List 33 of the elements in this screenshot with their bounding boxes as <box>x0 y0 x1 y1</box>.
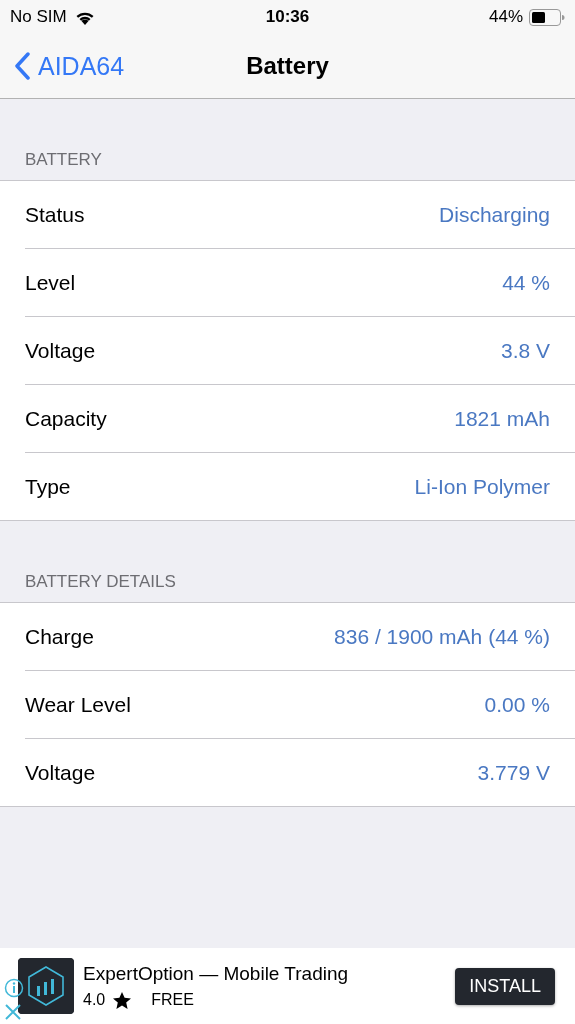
row-label: Capacity <box>25 406 107 431</box>
carrier-label: No SIM <box>10 7 67 27</box>
clock-time: 10:36 <box>265 7 310 26</box>
row-label: Type <box>25 474 71 499</box>
row-label: Voltage <box>25 338 96 363</box>
row-value: 44 % <box>502 270 550 295</box>
row-value: 1821 mAh <box>454 406 550 431</box>
row-label: Wear Level <box>25 692 131 717</box>
battery-icon <box>529 8 565 26</box>
ad-title: ExpertOption — Mobile Trading <box>83 963 349 984</box>
section-header: BATTERY DETAILS <box>25 572 176 591</box>
row-value: 3.779 V <box>477 760 550 785</box>
row-value: Li-Ion Polymer <box>414 474 550 499</box>
row-value: 3.8 V <box>500 338 550 363</box>
chevron-left-icon <box>14 52 30 80</box>
rating-value: 4.0 <box>83 991 106 1009</box>
price-label: FREE <box>151 991 194 1009</box>
star-icon <box>113 991 132 1009</box>
install-button[interactable]: INSTALL <box>455 967 555 1005</box>
row-label: Voltage <box>25 760 96 785</box>
close-icon[interactable] <box>4 1003 22 1021</box>
app-logo-icon <box>18 958 74 1014</box>
row-label: Charge <box>25 624 94 649</box>
row-label: Level <box>25 270 76 295</box>
row-value: Discharging <box>439 202 550 227</box>
battery-percentage: 44% <box>489 7 523 27</box>
back-button[interactable]: AIDA64 <box>0 51 125 81</box>
info-icon[interactable] <box>4 978 24 998</box>
section-header: BATTERY <box>25 150 102 169</box>
row-value: 836 / 1900 mAh (44 %) <box>334 624 550 649</box>
screen-title: Battery <box>246 52 329 80</box>
row-value: 0.00 % <box>484 692 550 717</box>
row-label: Status <box>25 202 85 227</box>
